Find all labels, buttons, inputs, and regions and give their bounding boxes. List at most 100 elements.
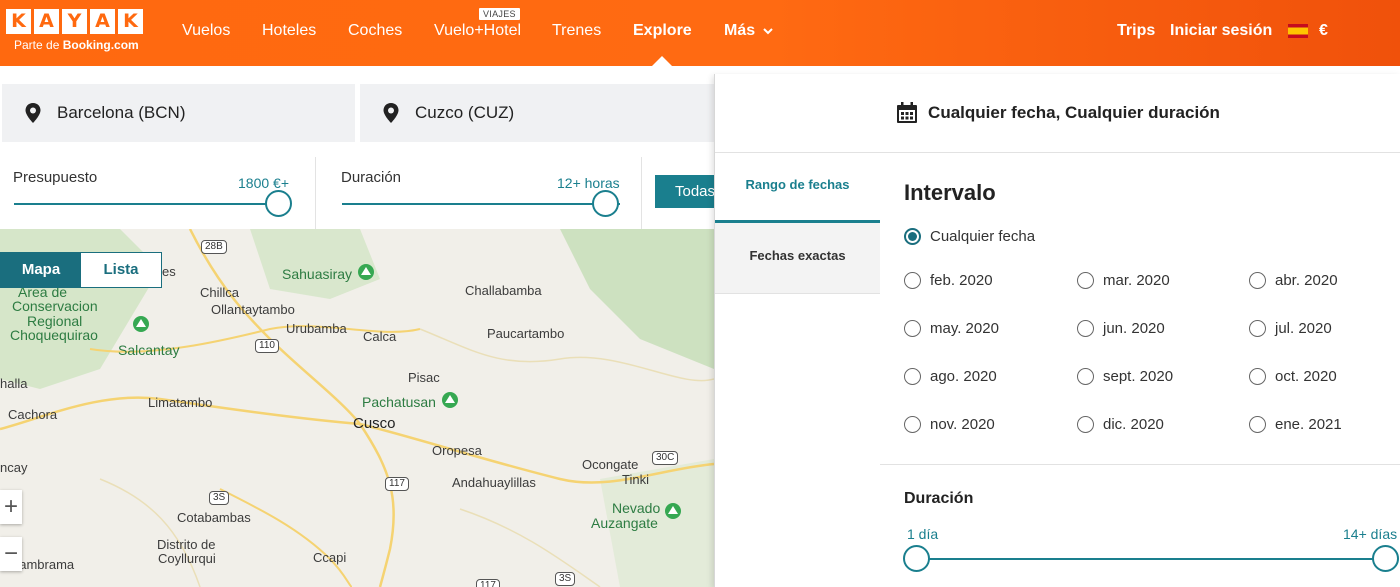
radio-circle[interactable] (904, 272, 921, 289)
interval-title: Intervalo (904, 180, 996, 205)
map-label: halla (0, 376, 28, 391)
map-label: Andahuaylillas (452, 475, 536, 490)
radio-circle[interactable] (1077, 416, 1094, 433)
nav-coches[interactable]: Coches (348, 22, 402, 40)
radio-label: jun. 2020 (1103, 320, 1165, 337)
zoom-out-button[interactable]: − (0, 537, 22, 571)
destination-field[interactable]: Cuzco (CUZ) (360, 84, 714, 142)
map-label: Cusco (353, 415, 396, 432)
budget-slider-track[interactable] (14, 203, 279, 205)
panel-divider (880, 464, 1400, 465)
login-link[interactable]: Iniciar sesión (1170, 22, 1272, 40)
duration-value: 12+ horas (557, 175, 620, 191)
radio-month[interactable]: mar. 2020 (1077, 272, 1170, 289)
radio-label: sept. 2020 (1103, 368, 1174, 385)
map-label: Choquequirao (10, 327, 98, 343)
mountain-icon (442, 392, 458, 408)
tab-rango-de-fechas[interactable]: Rango de fechas (715, 153, 880, 223)
map-view[interactable]: es Area de Conservacion Regional Choqueq… (0, 229, 714, 587)
radio-circle[interactable] (1249, 368, 1266, 385)
duration-min-label: 1 día (907, 526, 939, 542)
map-label: ncay (0, 460, 28, 475)
stops-filter-button[interactable]: Todas (655, 175, 715, 208)
radio-label: mar. 2020 (1103, 272, 1170, 289)
map-label: Limatambo (148, 395, 213, 410)
radio-circle[interactable] (1249, 320, 1266, 337)
radio-circle[interactable] (1077, 272, 1094, 289)
radio-circle[interactable] (1077, 368, 1094, 385)
road-shield: 3S (209, 491, 230, 505)
duration-slider-track[interactable] (342, 203, 620, 205)
nav-trenes[interactable]: Trenes (552, 22, 601, 40)
map-label: Conservacion (12, 298, 98, 314)
radio-month[interactable]: jul. 2020 (1249, 320, 1332, 337)
radio-month[interactable]: ene. 2021 (1249, 416, 1342, 433)
radio-month[interactable]: dic. 2020 (1077, 416, 1164, 433)
map-view-button[interactable]: Mapa (1, 253, 81, 287)
list-view-button[interactable]: Lista (81, 253, 161, 287)
radio-circle[interactable] (1249, 272, 1266, 289)
radio-label: feb. 2020 (930, 272, 993, 289)
duration-filter: Duración 12+ horas (316, 157, 641, 229)
nav-vuelo-hotel[interactable]: Vuelo+Hotel (434, 22, 521, 40)
radio-month[interactable]: may. 2020 (904, 320, 999, 337)
road-shield: 30C (652, 451, 679, 465)
date-mode-tabs: Rango de fechas Fechas exactas (715, 153, 880, 294)
radio-label: ago. 2020 (930, 368, 997, 385)
duration-slider-handle[interactable] (592, 190, 619, 217)
radio-month[interactable]: abr. 2020 (1249, 272, 1338, 289)
origin-field[interactable]: Barcelona (BCN) (2, 84, 355, 142)
active-nav-caret (652, 56, 672, 66)
map-list-toggle: Mapa Lista (0, 252, 162, 288)
date-panel-header[interactable]: Cualquier fecha, Cualquier duración (715, 74, 1400, 153)
map-label: es (162, 264, 176, 279)
map-label: Pisac (408, 370, 440, 385)
duration-range-track[interactable] (915, 558, 1385, 560)
budget-slider-handle[interactable] (265, 190, 292, 217)
duration-range-min-handle[interactable] (903, 545, 930, 572)
spain-flag-icon[interactable] (1288, 24, 1308, 38)
location-pin-icon (383, 103, 399, 123)
radio-circle[interactable] (904, 416, 921, 433)
radio-month[interactable]: jun. 2020 (1077, 320, 1165, 337)
radio-month[interactable]: sept. 2020 (1077, 368, 1173, 385)
kayak-logo[interactable]: K A Y A K Parte de Booking.com (6, 9, 146, 56)
road-shield: 3S (555, 572, 576, 586)
nav-explore[interactable]: Explore (633, 22, 692, 40)
radio-month[interactable]: nov. 2020 (904, 416, 995, 433)
logo-letter: A (34, 9, 59, 34)
radio-label: Cualquier fecha (930, 228, 1036, 245)
radio-circle[interactable] (904, 368, 921, 385)
map-label: Urubamba (286, 321, 347, 336)
radio-circle[interactable] (904, 320, 921, 337)
duration-range-max-handle[interactable] (1372, 545, 1399, 572)
radio-circle[interactable] (1249, 416, 1266, 433)
map-label: Auzangate (591, 515, 658, 531)
radio-label: nov. 2020 (930, 416, 995, 433)
date-panel-title: Cualquier fecha, Cualquier duración (928, 103, 1220, 122)
currency-selector[interactable]: € (1319, 22, 1328, 40)
nav-hoteles[interactable]: Hoteles (262, 22, 316, 40)
tab-fechas-exactas[interactable]: Fechas exactas (715, 224, 880, 294)
map-label: Cachora (8, 407, 58, 422)
radio-label: abr. 2020 (1275, 272, 1338, 289)
map-label: Tinki (622, 472, 649, 487)
radio-month[interactable]: feb. 2020 (904, 272, 993, 289)
logo-letter: A (90, 9, 115, 34)
map-label: Cotabambas (177, 510, 251, 525)
logo-letter: K (118, 9, 143, 34)
logo-subtitle: Parte de Booking.com (14, 38, 139, 52)
nav-mas[interactable]: Más (724, 22, 773, 40)
radio-month[interactable]: oct. 2020 (1249, 368, 1337, 385)
radio-any-date[interactable]: Cualquier fecha (904, 228, 1035, 245)
radio-month[interactable]: ago. 2020 (904, 368, 997, 385)
radio-circle[interactable] (904, 228, 921, 245)
radio-circle[interactable] (1077, 320, 1094, 337)
origin-value: Barcelona (BCN) (57, 103, 186, 122)
zoom-in-button[interactable]: + (0, 490, 22, 524)
viajes-badge: VIAJES (479, 8, 520, 20)
mountain-icon (665, 503, 681, 519)
trips-link[interactable]: Trips (1117, 22, 1155, 40)
radio-label: ene. 2021 (1275, 416, 1342, 433)
nav-vuelos[interactable]: Vuelos (182, 22, 230, 40)
